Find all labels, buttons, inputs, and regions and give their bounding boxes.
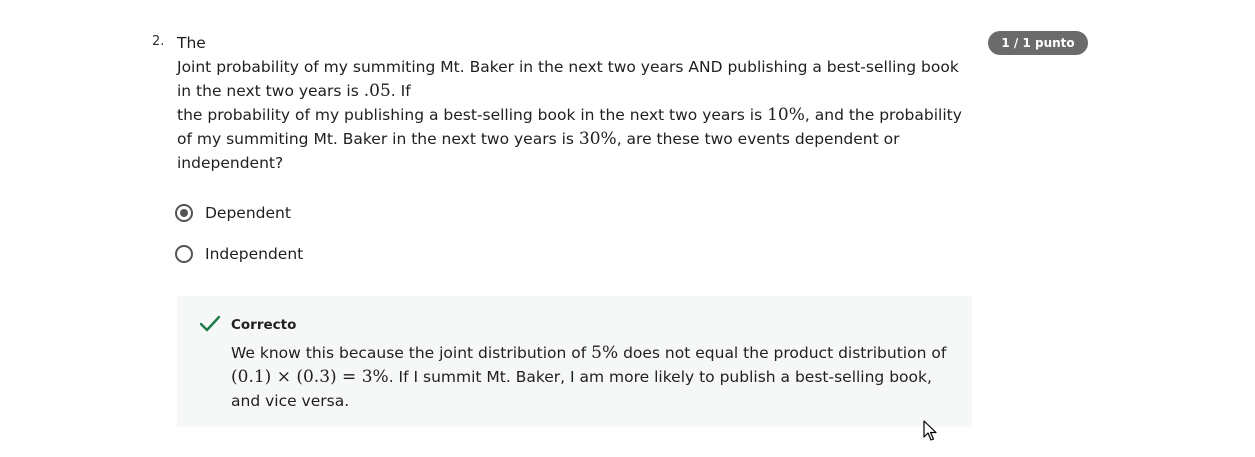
feedback-joint-pct: 5% bbox=[591, 343, 619, 363]
question-sentence-b: . If bbox=[390, 82, 411, 100]
baker-probability-value: 30% bbox=[578, 129, 617, 149]
answer-options: Dependent Independent bbox=[175, 198, 303, 280]
joint-probability-value: .05 bbox=[363, 81, 391, 101]
option-label-dependent: Dependent bbox=[205, 204, 291, 222]
question-paragraph-1: Joint probability of my summiting Mt. Ba… bbox=[177, 55, 977, 103]
feedback-text-b: does not equal the product distribution … bbox=[618, 344, 947, 362]
option-dependent[interactable]: Dependent bbox=[175, 198, 303, 228]
feedback-product-expr: (0.1) × (0.3) = 3% bbox=[231, 367, 389, 387]
question-line-the: The bbox=[177, 34, 206, 52]
radio-independent[interactable] bbox=[175, 245, 193, 263]
question-paragraph-2: the probability of my publishing a best-… bbox=[177, 103, 977, 175]
feedback-status: Correcto bbox=[231, 317, 297, 333]
mouse-pointer-icon bbox=[923, 420, 937, 441]
question-text: The Joint probability of my summiting Mt… bbox=[177, 31, 977, 175]
checkmark-icon bbox=[199, 315, 221, 332]
question-container: 2. The Joint probability of my summiting… bbox=[0, 0, 1255, 457]
radio-dependent[interactable] bbox=[175, 204, 193, 222]
question-number: 2. bbox=[152, 34, 165, 49]
option-label-independent: Independent bbox=[205, 245, 304, 263]
feedback-explanation: We know this because the joint distribut… bbox=[231, 341, 951, 413]
score-badge: 1 / 1 punto bbox=[988, 31, 1088, 55]
option-independent[interactable]: Independent bbox=[175, 239, 303, 269]
feedback-panel: Correcto We know this because the joint … bbox=[177, 296, 972, 427]
book-probability-value: 10% bbox=[767, 105, 805, 125]
question-sentence-c: the probability of my publishing a best-… bbox=[177, 106, 768, 124]
feedback-text-a: We know this because the joint distribut… bbox=[231, 344, 592, 362]
question-sentence-a: Joint probability of my summiting Mt. Ba… bbox=[177, 58, 959, 100]
